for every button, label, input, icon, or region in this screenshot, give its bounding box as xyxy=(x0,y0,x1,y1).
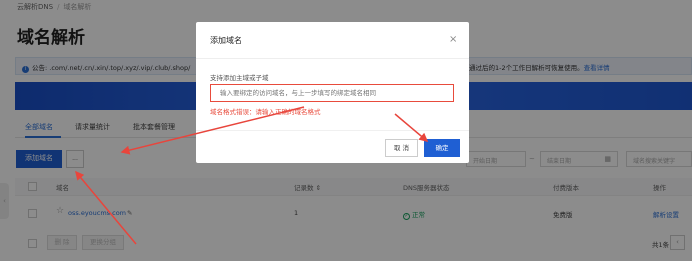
domain-error-message: 域名格式错误：请输入正确的域名格式 xyxy=(210,108,321,116)
app-window: 云解析DNS / 域名解析 域名解析 i 公告: .com/.net/.cn/.xin… xyxy=(0,0,692,261)
domain-input[interactable] xyxy=(210,84,454,102)
close-icon[interactable]: × xyxy=(449,34,457,45)
dialog-title: 添加域名 xyxy=(210,36,242,45)
dialog-footer-divider xyxy=(196,130,469,131)
dialog-header-divider xyxy=(196,58,469,59)
domain-field-label: 支持添加主域或子域 xyxy=(210,74,269,82)
add-domain-dialog: 添加域名 × 支持添加主域或子域 域名格式错误：请输入正确的域名格式 取 消 确… xyxy=(196,22,469,163)
cancel-button[interactable]: 取 消 xyxy=(385,139,418,157)
confirm-button[interactable]: 确定 xyxy=(424,139,460,157)
